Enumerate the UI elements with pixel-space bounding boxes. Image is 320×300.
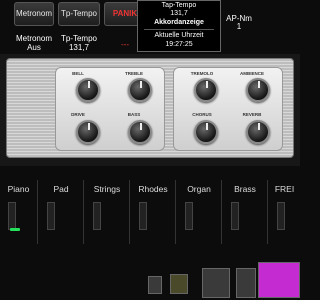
slot-label: Piano (7, 184, 30, 194)
info-display: Tap-Tempo 131,7 Akkordanzeige Aktuelle U… (137, 0, 221, 52)
slot-fader[interactable] (47, 202, 55, 230)
display-line-2: 131,7 (170, 10, 188, 18)
metronome-value: Aus (27, 43, 41, 52)
slot-pad[interactable]: Pad (39, 180, 84, 244)
slot-brass[interactable]: Brass (223, 180, 268, 244)
reverb-knob[interactable] (246, 120, 270, 144)
chorus-knob[interactable] (194, 120, 218, 144)
knob-label-reverb: REVERB (242, 112, 262, 117)
slot-label: Rhodes (138, 184, 168, 194)
slot-piano[interactable]: Piano (0, 180, 38, 244)
knob-label-treble: TREBLE (125, 71, 143, 76)
slot-label: Organ (187, 184, 211, 194)
slot-label: Brass (234, 184, 256, 194)
fader-icon[interactable] (202, 268, 230, 298)
fader-icon[interactable] (236, 268, 256, 298)
slot-fader[interactable] (277, 202, 285, 230)
slot-fader[interactable] (139, 202, 147, 230)
display-line-3: Akkordanzeige (154, 18, 204, 26)
knob-label-tremolo: TREMOLO (190, 71, 214, 76)
slot-fader[interactable] (93, 202, 101, 230)
slot-organ[interactable]: Organ (177, 180, 222, 244)
knob-label-bass: BASS (127, 112, 141, 117)
ap-value: 1 (236, 22, 242, 31)
display-line-4: Aktuelle Uhrzeit (154, 32, 204, 40)
slot-frei[interactable]: FREI (269, 180, 300, 244)
display-line-5: 19:27:25 (165, 40, 193, 48)
speaker-icon[interactable] (148, 276, 162, 294)
display-separator (144, 29, 214, 31)
slot-label: FREI (274, 184, 295, 194)
metronome-button[interactable]: Metronom (14, 2, 54, 26)
amp-panel: BELL TREBLE DRIVE BASS TREMOLO AMBIENCE … (6, 58, 294, 158)
tremolo-knob[interactable] (194, 78, 218, 102)
slot-fader[interactable] (8, 202, 16, 230)
drive-knob[interactable] (76, 120, 100, 144)
slot-fader[interactable] (231, 202, 239, 230)
save-icon[interactable] (170, 274, 188, 294)
knob-label-bell: BELL (72, 71, 84, 76)
amp-knob-group-right: TREMOLO AMBIENCE CHORUS REVERB (173, 67, 283, 151)
app-root: Metronom Tp-Tempo PANIK Metronom Aus Tp-… (0, 0, 300, 300)
bell-knob[interactable] (76, 78, 100, 102)
active-led (10, 228, 20, 231)
bass-knob[interactable] (128, 120, 152, 144)
slot-strings[interactable]: Strings (85, 180, 130, 244)
treble-knob[interactable] (128, 78, 152, 102)
slot-label: Strings (93, 184, 121, 194)
knob-label-drive: DRIVE (71, 112, 85, 117)
bottom-toolbar (0, 258, 300, 300)
amp-knob-group-left: BELL TREBLE DRIVE BASS (55, 67, 165, 151)
tap-tempo-button[interactable]: Tp-Tempo (58, 2, 100, 26)
tap-tempo-value: 131,7 (68, 43, 90, 52)
knob-label-ambience: AMBIENCE (239, 71, 264, 76)
slot-label: Pad (53, 184, 69, 194)
slot-fader[interactable] (185, 202, 193, 230)
display-line-1: Tap-Tempo (161, 2, 197, 9)
knob-label-chorus: CHORUS (192, 112, 212, 117)
amp-rack: BELL TREBLE DRIVE BASS TREMOLO AMBIENCE … (0, 54, 300, 166)
keyboard-icon[interactable] (258, 262, 300, 298)
ambience-knob[interactable] (246, 78, 270, 102)
slot-rhodes[interactable]: Rhodes (131, 180, 176, 244)
